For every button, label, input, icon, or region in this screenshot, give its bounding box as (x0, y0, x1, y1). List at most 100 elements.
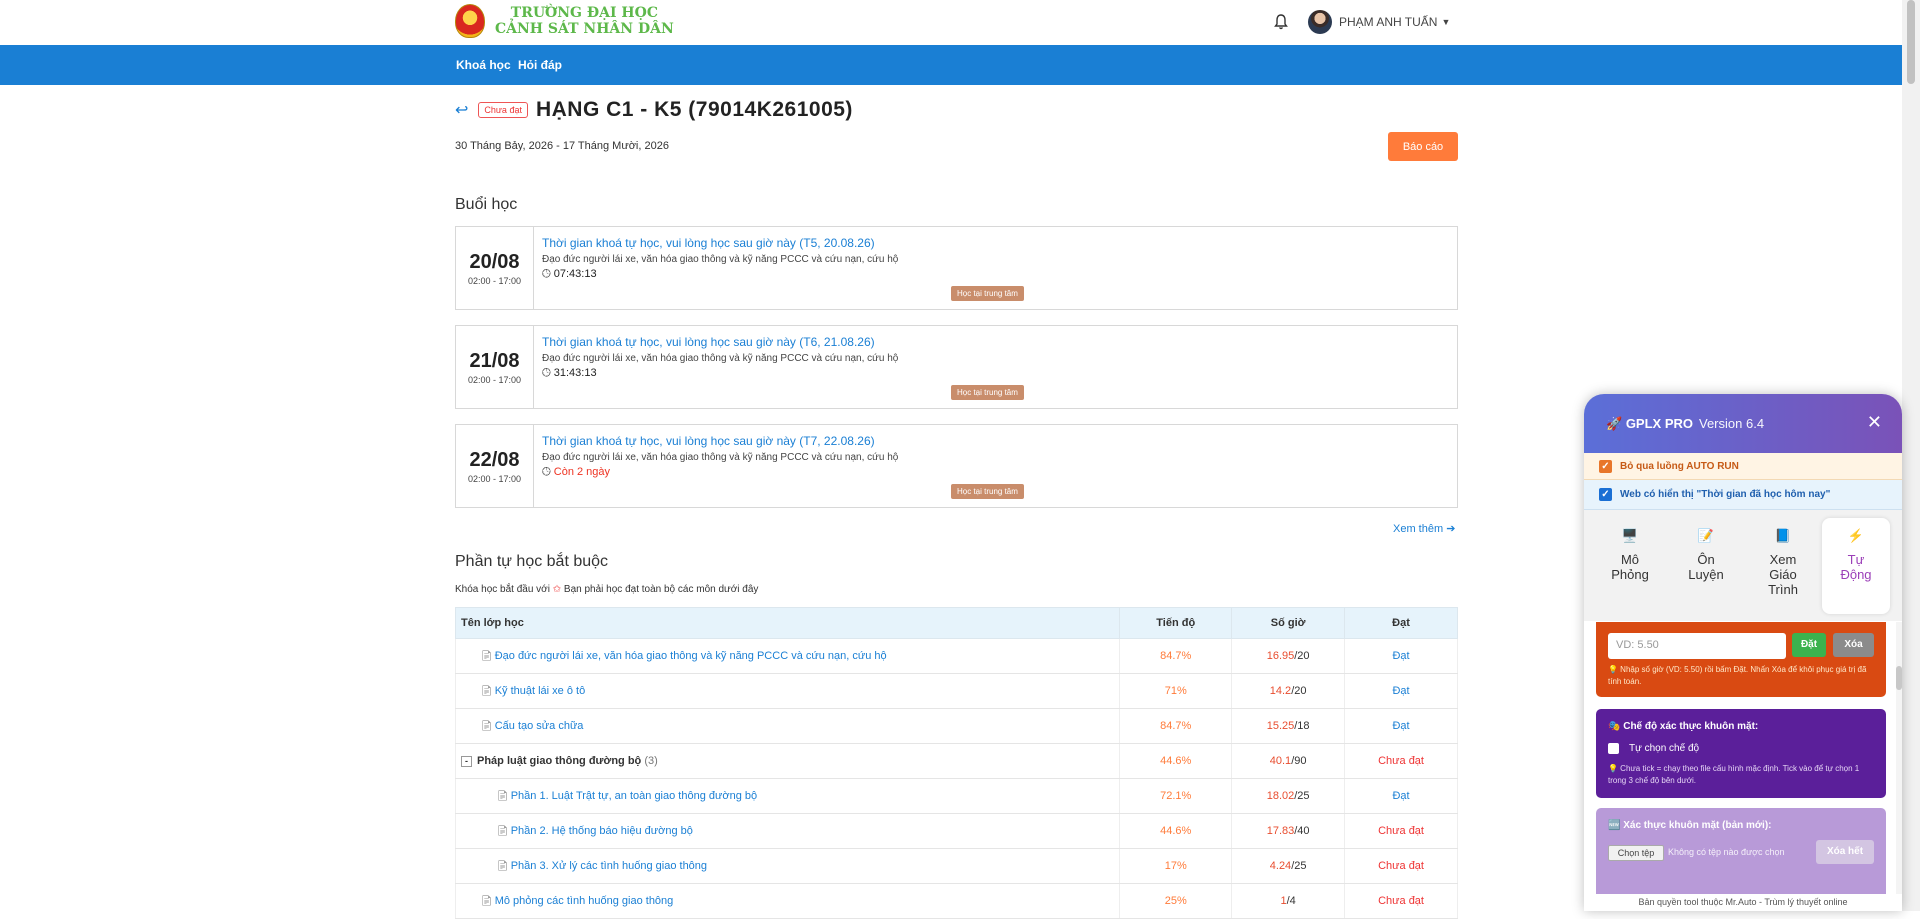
table-row[interactable]: 📄︎ Kỹ thuật lái xe ô tô 71% 14.2/20 Đạt (454, 673, 1458, 709)
table-row[interactable]: 📄︎ Phần 3. Xử lý các tình huống giao thôn… (454, 848, 1458, 884)
class-name[interactable]: 📄︎ Phần 1. Luật Trật tự, an toàn giao thô… (454, 778, 1121, 814)
session-title[interactable]: Thời gian khoá tự học, vui lòng học sau … (542, 236, 898, 250)
back-arrow-icon[interactable]: ↩ (455, 100, 468, 120)
practice-icon: 📝 (1697, 528, 1715, 543)
web-time-option[interactable]: ✓ Web có hiển thị "Thời gian đã học hôm … (1584, 480, 1902, 510)
session-tag: Học tại trung tâm (951, 385, 1024, 400)
site-logo[interactable]: TRƯỜNG ĐẠI HỌC CẢNH SÁT NHÂN DÂN (455, 4, 674, 38)
nav-courses[interactable]: Khoá học (456, 58, 511, 72)
session-body: Thời gian khoá tự học, vui lòng học sau … (542, 236, 898, 281)
set-hours-card: VD: 5.50 Đặt Xóa 💡 Nhập số giờ (VD: 5.50… (1596, 622, 1886, 697)
bell-icon[interactable] (1274, 14, 1288, 30)
panel-scroll-area[interactable]: VD: 5.50 Đặt Xóa 💡 Nhập số giờ (VD: 5.50… (1584, 622, 1902, 894)
session-hours: 02:00 - 17:00 (467, 474, 522, 484)
tab-label: Động (1840, 567, 1872, 582)
clear-all-button[interactable]: Xóa hết (1816, 840, 1874, 864)
tab-auto[interactable]: ⚡ Tự Động (1822, 518, 1890, 614)
class-progress: 25% (1119, 883, 1233, 919)
selfstudy-note: Khóa học bắt đầu với ✩ Bạn phải học đạt … (455, 584, 758, 595)
table-row[interactable]: 📄︎ Phần 1. Luật Trật tự, an toàn giao thô… (454, 778, 1458, 814)
tab-simulation[interactable]: 🖥️ Mô Phỏng (1596, 518, 1664, 614)
close-icon[interactable]: ✕ (1867, 412, 1882, 433)
lightning-icon: ⚡ (1847, 528, 1865, 543)
note-text-pre: Khóa học bắt đầu với (455, 584, 550, 595)
star-icon: ✩ (552, 584, 562, 595)
hours-input[interactable]: VD: 5.50 (1608, 633, 1786, 659)
set-hours-button[interactable]: Đặt (1792, 633, 1826, 657)
session-title[interactable]: Thời gian khoá tự học, vui lòng học sau … (542, 335, 898, 349)
checkbox-unchecked-icon[interactable] (1608, 743, 1619, 754)
class-progress: 17% (1119, 848, 1233, 884)
document-icon: 📄︎ (480, 686, 493, 697)
scrollbar-thumb[interactable] (1907, 0, 1915, 84)
delete-hours-button[interactable]: Xóa (1833, 633, 1874, 657)
police-emblem-icon (455, 4, 485, 38)
panel-scrollbar[interactable] (1896, 622, 1902, 894)
report-button[interactable]: Báo cáo (1388, 132, 1458, 161)
table-row[interactable]: 📄︎ Đạo đức người lái xe, văn hóa giao thô… (454, 638, 1458, 674)
class-hours: 4.24/25 (1231, 848, 1346, 884)
class-name-text: Phần 3. Xử lý các tình huống giao thông (510, 860, 708, 872)
table-row-group[interactable]: - Pháp luật giao thông đường bộ (3) 44.6%… (454, 743, 1458, 779)
table-row[interactable]: 📄︎ Cấu tạo sửa chữa 84.7% 15.25/18 Đạt (454, 708, 1458, 744)
session-card[interactable]: 20/08 02:00 - 17:00 Thời gian khoá tự họ… (455, 226, 1458, 310)
countdown-value: 31:43:13 (553, 367, 597, 379)
session-hours: 02:00 - 17:00 (467, 375, 522, 385)
logo-line-2: CẢNH SÁT NHÂN DÂN (495, 21, 674, 37)
col-hours: Số giờ (1231, 607, 1346, 639)
session-title[interactable]: Thời gian khoá tự học, vui lòng học sau … (542, 434, 898, 448)
class-progress: 71% (1119, 673, 1233, 709)
class-name[interactable]: 📄︎ Phần 3. Xử lý các tình huống giao thôn… (454, 848, 1121, 884)
face-mode-card: 🎭 Chế độ xác thực khuôn mặt: Tự chọn chế… (1596, 709, 1886, 798)
document-icon: 📄︎ (496, 861, 509, 872)
class-status: Chưa đạt (1344, 883, 1458, 919)
document-icon: 📄︎ (480, 651, 493, 662)
hours-total: /4 (1286, 895, 1296, 907)
nav-qa[interactable]: Hỏi đáp (518, 58, 562, 72)
selfstudy-heading: Phần tự học bắt buộc (455, 553, 609, 570)
session-date-box: 21/08 02:00 - 17:00 (456, 326, 534, 408)
session-card[interactable]: 22/08 02:00 - 17:00 Thời gian khoá tự họ… (455, 424, 1458, 508)
class-name[interactable]: 📄︎ Cấu tạo sửa chữa (454, 708, 1121, 744)
autorun-option[interactable]: ✓ Bỏ qua luồng AUTO RUN (1584, 453, 1902, 480)
class-name[interactable]: 📄︎ Đạo đức người lái xe, văn hóa giao thô… (454, 638, 1121, 674)
checkbox-checked-icon[interactable]: ✓ (1599, 488, 1612, 501)
tab-label: Luyện (1688, 567, 1724, 582)
face-mode-option[interactable]: Tự chọn chế độ (1608, 743, 1699, 754)
session-body: Thời gian khoá tự học, vui lòng học sau … (542, 335, 898, 380)
class-progress: 72.1% (1119, 778, 1233, 814)
class-name-text: Mô phỏng các tình huống giao thông (494, 895, 674, 907)
session-subject: Đạo đức người lái xe, văn hóa giao thông… (542, 452, 899, 463)
class-name-text: Phần 1. Luật Trật tự, an toàn giao thông… (510, 790, 758, 802)
table-row[interactable]: 📄︎ Phần 2. Hệ thống báo hiệu đường bộ 44.… (454, 813, 1458, 849)
session-date: 20/08 (469, 251, 520, 273)
web-time-label: Web có hiển thị "Thời gian đã học hôm na… (1620, 489, 1831, 500)
page-title: HẠNG C1 - K5 (79014K261005) (535, 98, 853, 121)
class-name[interactable]: 📄︎ Phần 2. Hệ thống báo hiệu đường bộ (454, 813, 1121, 849)
tab-label: Ôn (1697, 552, 1715, 567)
class-status: Chưa đạt (1344, 848, 1458, 884)
face-mode-title: 🎭 Chế độ xác thực khuôn mặt: (1608, 721, 1759, 732)
class-hours: 40.1/90 (1231, 743, 1346, 779)
sessions-heading: Buổi học (455, 196, 518, 213)
face-mode-option-label: Tự chọn chế độ (1629, 743, 1700, 754)
panel-scrollbar-thumb[interactable] (1896, 666, 1902, 690)
class-name[interactable]: 📄︎ Kỹ thuật lái xe ô tô (454, 673, 1121, 709)
user-menu[interactable]: PHẠM ANH TUẤN ▼ (1308, 10, 1450, 34)
session-card[interactable]: 21/08 02:00 - 17:00 Thời gian khoá tự họ… (455, 325, 1458, 409)
see-more-link[interactable]: Xem thêm ➔ (1393, 522, 1455, 535)
page-scrollbar[interactable] (1902, 0, 1920, 911)
face-verify-card: 🆕 Xác thực khuôn mặt (bản mới): Chọn tệp… (1596, 808, 1886, 894)
tab-practice[interactable]: 📝 Ôn Luyện (1672, 518, 1740, 614)
class-hours: 18.02/25 (1231, 778, 1346, 814)
table-row[interactable]: 📄︎ Mô phỏng các tình huống giao thông 25%… (454, 883, 1458, 919)
checkbox-checked-icon[interactable]: ✓ (1599, 459, 1612, 473)
document-icon: 📄︎ (480, 896, 493, 907)
collapse-icon[interactable]: - (461, 755, 472, 767)
tab-curriculum[interactable]: 📘 Xem Giáo Trình (1749, 518, 1817, 614)
hours-done: 18.02 (1266, 790, 1295, 802)
class-name[interactable]: 📄︎ Mô phỏng các tình huống giao thông (454, 883, 1121, 919)
choose-file-button[interactable]: Chọn tệp (1608, 845, 1664, 861)
hours-total: /90 (1291, 755, 1307, 767)
class-group-name[interactable]: - Pháp luật giao thông đường bộ (3) (454, 743, 1121, 779)
